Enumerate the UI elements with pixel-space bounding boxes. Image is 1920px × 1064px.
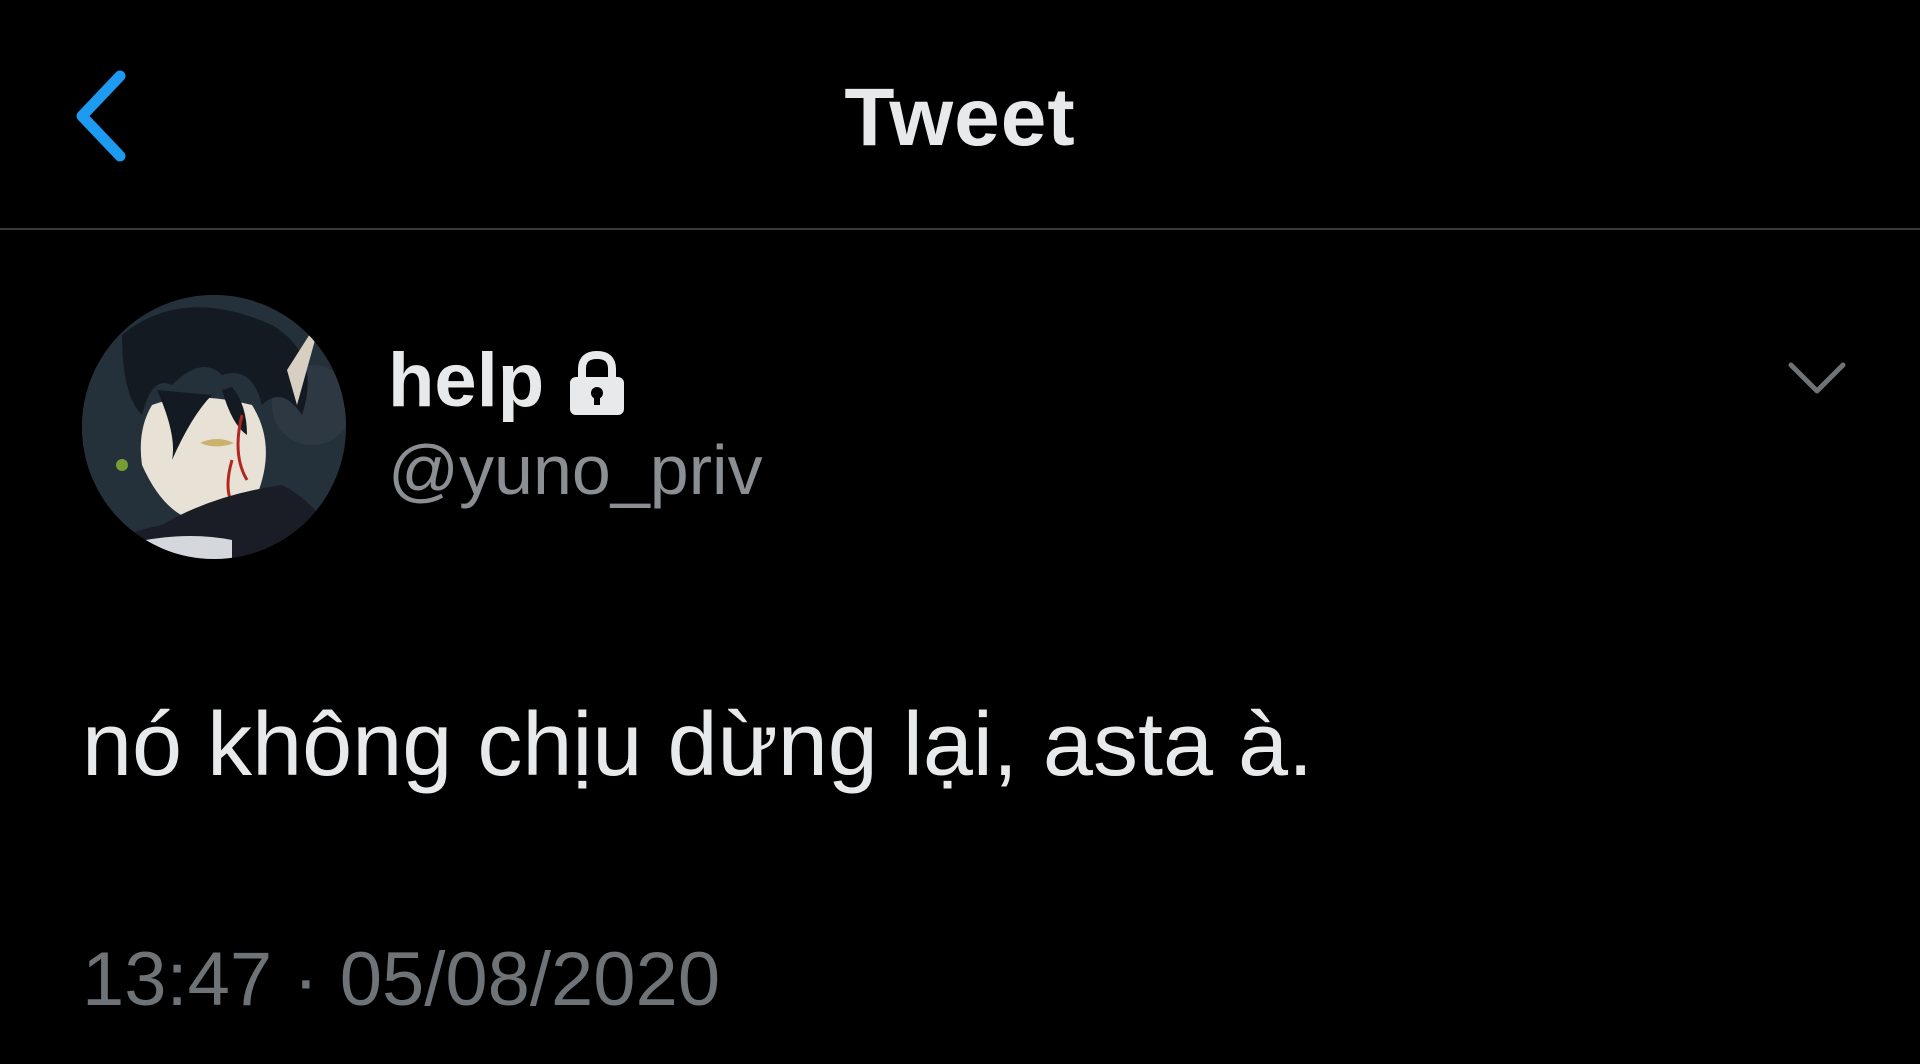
tweet-text: nó không chịu dừng lại, asta à. bbox=[82, 695, 1314, 795]
author-name-row[interactable]: help bbox=[388, 336, 630, 426]
tweet-timestamp[interactable]: 13:47 · 05/08/2020 bbox=[82, 935, 720, 1025]
chevron-down-icon bbox=[1788, 362, 1846, 394]
page-title: Tweet bbox=[844, 72, 1076, 163]
lock-icon bbox=[564, 343, 630, 419]
avatar-image bbox=[82, 295, 346, 559]
tweet-detail-screen: Tweet help @yuno_priv nó không chịu dừng… bbox=[0, 0, 1920, 1064]
user-handle[interactable]: @yuno_priv bbox=[388, 428, 763, 512]
tweet-menu-button[interactable] bbox=[1776, 344, 1858, 414]
display-name: help bbox=[388, 338, 545, 423]
top-bar: Tweet bbox=[0, 0, 1920, 230]
avatar[interactable] bbox=[82, 295, 346, 559]
